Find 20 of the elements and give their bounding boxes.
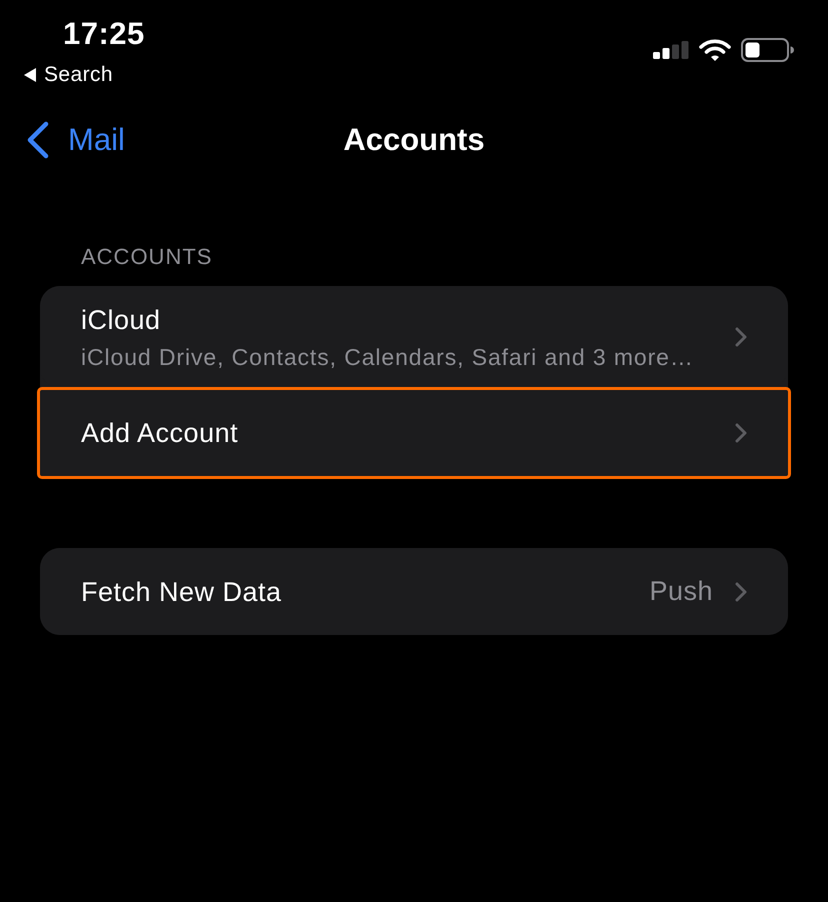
- section-header: ACCOUNTS: [81, 244, 212, 270]
- status-time: 17:25: [63, 16, 145, 52]
- row-title: Add Account: [81, 417, 238, 449]
- back-button[interactable]: Mail: [26, 121, 125, 159]
- row-subtitle: iCloud Drive, Contacts, Calendars, Safari and 3 more…: [81, 344, 694, 370]
- back-to-app-link[interactable]: Search: [24, 62, 113, 88]
- chevron-right-icon: [735, 423, 747, 443]
- chevron-left-icon: [26, 121, 49, 159]
- settings-row[interactable]: Fetch New Data Push: [40, 548, 788, 635]
- row-title: Fetch New Data: [81, 576, 282, 608]
- wifi-icon: [699, 39, 731, 61]
- back-triangle-icon: [24, 68, 36, 82]
- chevron-right-icon: [735, 327, 747, 347]
- signal-bars-icon: [653, 41, 689, 59]
- chevron-right-icon: [735, 582, 747, 602]
- row-value: Push: [649, 576, 713, 607]
- battery-icon: [741, 38, 794, 62]
- page-title: Accounts: [343, 122, 485, 158]
- row-title: iCloud: [81, 304, 161, 336]
- highlighted-settings-row[interactable]: Add Account: [37, 387, 791, 479]
